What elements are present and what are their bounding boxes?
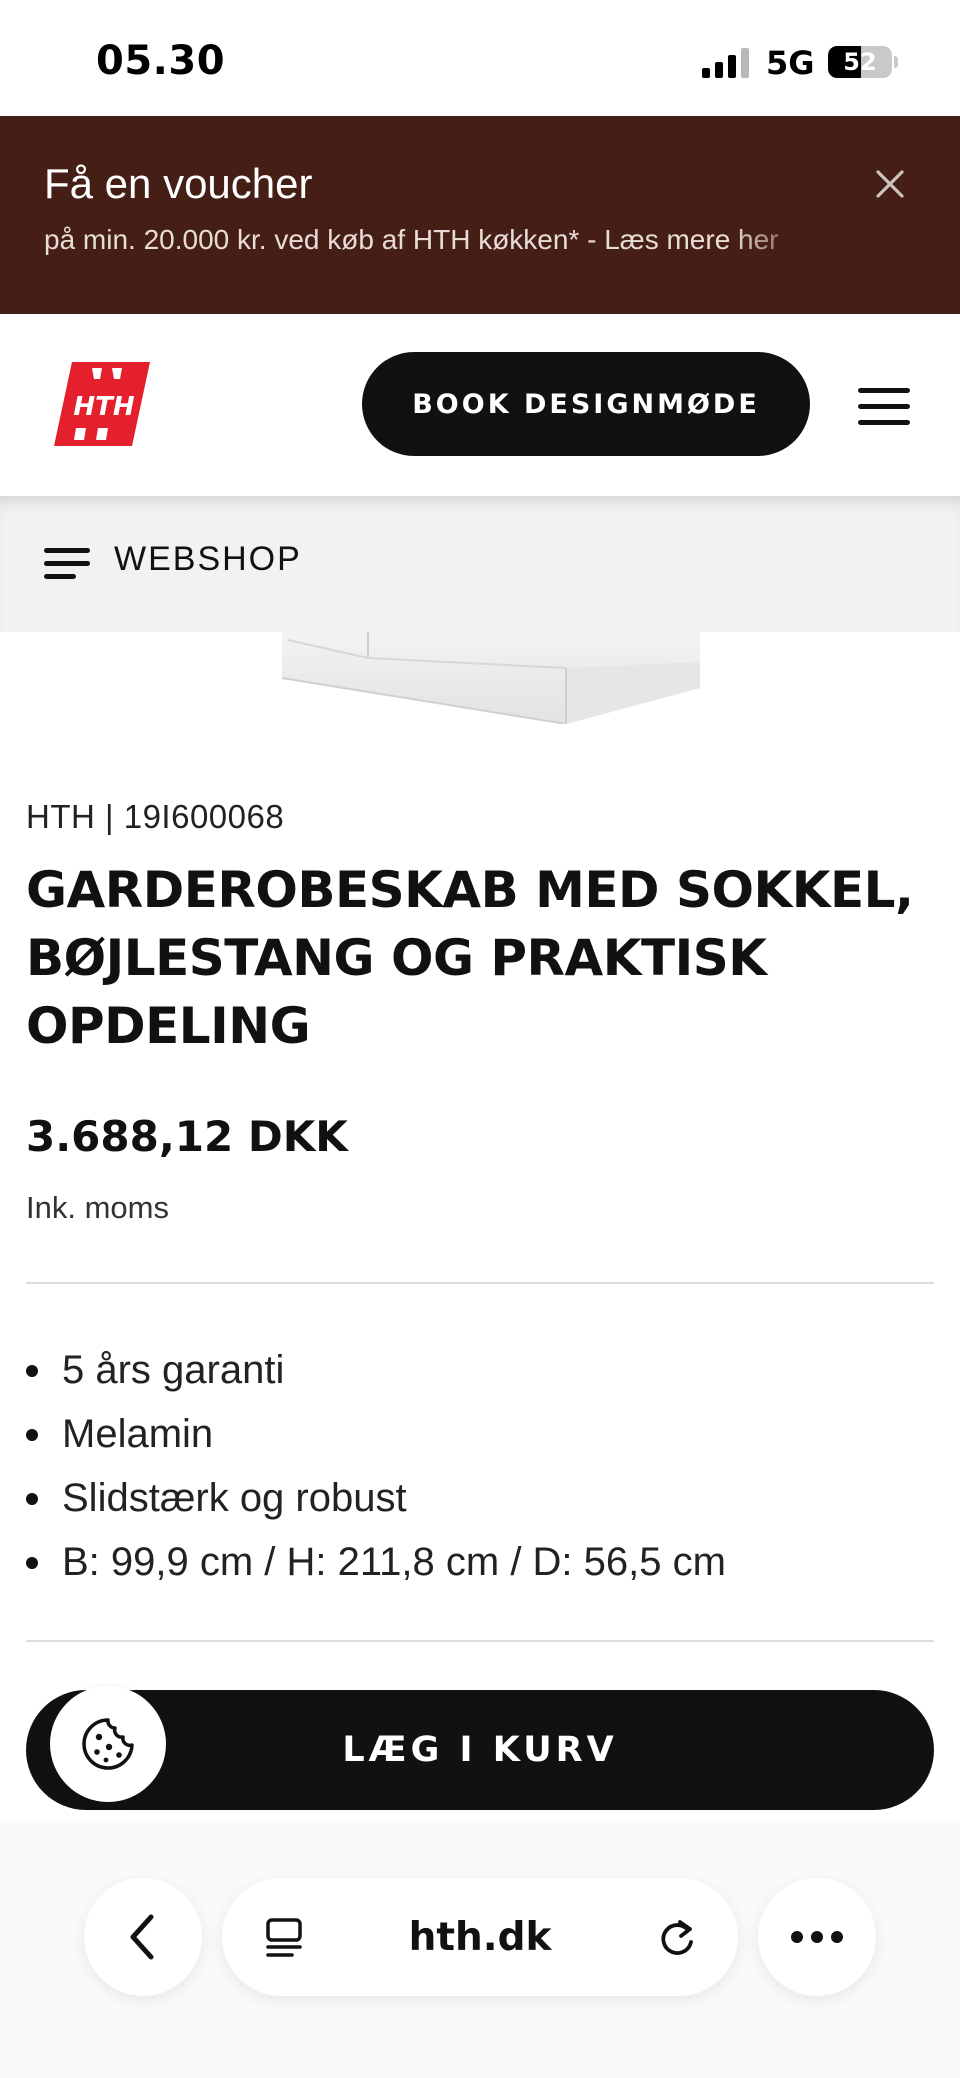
cookie-settings-button[interactable]: [50, 1686, 166, 1802]
address-bar[interactable]: hth.dk: [222, 1878, 738, 1996]
webshop-label: WEBSHOP: [114, 540, 302, 578]
more-dots-icon: [791, 1931, 843, 1943]
cellular-signal-icon: [702, 48, 750, 78]
product-title: GARDEROBESKAB MED SOKKEL, BØJLESTANG OG …: [26, 861, 914, 1055]
browser-toolbar: hth.dk: [0, 1820, 960, 2078]
close-icon[interactable]: [872, 166, 908, 202]
feature-item: 5 års garanti: [26, 1338, 726, 1402]
product-price: 3.688,12 DKK: [26, 1112, 348, 1161]
list-icon: [44, 546, 90, 582]
cookie-icon: [82, 1718, 134, 1770]
product-meta: HTH | 19I600068: [26, 798, 285, 835]
back-button[interactable]: [84, 1878, 202, 1996]
voucher-title: Få en voucher: [44, 160, 313, 207]
hth-logo[interactable]: HTH: [54, 362, 150, 446]
webshop-nav-bar[interactable]: WEBSHOP: [0, 496, 960, 632]
status-bar: 05.30 5G 52: [0, 0, 960, 116]
vat-note: Ink. moms: [26, 1190, 169, 1225]
feature-item: Slidstærk og robust: [26, 1466, 726, 1530]
book-design-meeting-button[interactable]: BOOK DESIGNMØDE: [362, 352, 810, 456]
feature-item: Melamin: [26, 1402, 726, 1466]
battery-icon: 52: [828, 46, 892, 78]
product-image[interactable]: [276, 632, 706, 724]
logo-text: HTH: [73, 392, 134, 422]
battery-percentage: 52: [843, 48, 877, 76]
network-type: 5G: [766, 44, 815, 82]
url-text[interactable]: hth.dk: [409, 1915, 552, 1960]
feature-list: 5 års garanti Melamin Slidstærk og robus…: [26, 1338, 726, 1594]
site-header: HTH BOOK DESIGNMØDE: [0, 314, 960, 496]
divider: [26, 1640, 934, 1642]
chevron-left-icon: [130, 1914, 154, 1960]
divider: [26, 1282, 934, 1284]
battery-tip: [894, 56, 898, 68]
hamburger-menu-icon[interactable]: [858, 386, 910, 426]
status-time: 05.30: [96, 38, 226, 84]
more-options-button[interactable]: [758, 1878, 876, 1996]
reader-view-icon[interactable]: [262, 1916, 306, 1960]
voucher-banner[interactable]: Få en voucher på min. 20.000 kr. ved køb…: [0, 116, 960, 314]
reload-icon[interactable]: [654, 1916, 698, 1960]
voucher-text[interactable]: på min. 20.000 kr. ved køb af HTH køkken…: [44, 224, 824, 256]
feature-item: B: 99,9 cm / H: 211,8 cm / D: 56,5 cm: [26, 1530, 726, 1594]
